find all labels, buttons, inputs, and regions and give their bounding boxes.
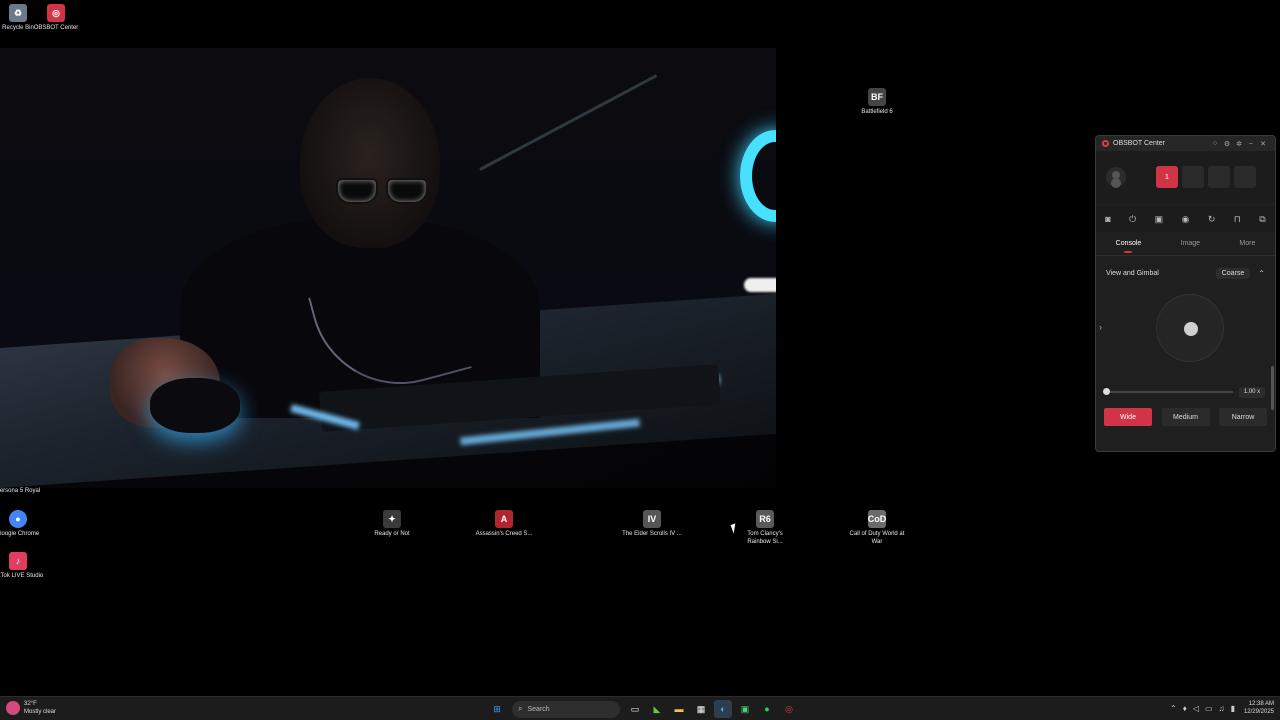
record-icon[interactable]: ▣ bbox=[1155, 214, 1164, 225]
power-icon[interactable]: ⏻ bbox=[1129, 214, 1136, 225]
call-of-duty-icon: CoD bbox=[868, 510, 886, 528]
clock-time: 12:38 AM bbox=[1248, 701, 1274, 707]
taskbar: 32°F Mostly clear ⊞ ⌕ Search ▭ ◣ ▬ ▦ ◐ ▣… bbox=[0, 696, 1280, 720]
taskbar-search[interactable]: ⌕ Search bbox=[512, 700, 620, 718]
search-icon: ⌕ bbox=[518, 704, 523, 713]
view-gimbal-header: View and Gimbal Coarse ⌃ bbox=[1096, 260, 1275, 286]
weather-temp: 32°F bbox=[24, 701, 37, 707]
search-placeholder: Search bbox=[527, 705, 550, 713]
spotify-icon[interactable]: ● bbox=[758, 700, 776, 718]
zoom-control: 1.00 x bbox=[1096, 384, 1275, 400]
gimbal-joystick-area: › bbox=[1096, 286, 1275, 384]
minimize-icon[interactable]: – bbox=[1245, 140, 1257, 147]
preview-lights bbox=[744, 278, 776, 292]
desktop: ♻ Recycle Bin ◎ OBSBOT Center Persona 5 … bbox=[0, 0, 1280, 720]
chevron-up-icon[interactable]: ⌃ bbox=[1258, 269, 1265, 278]
fov-narrow-button[interactable]: Narrow bbox=[1219, 408, 1267, 426]
camera-icon[interactable]: ◙ bbox=[1105, 214, 1110, 224]
chrome-icon: ● bbox=[9, 510, 27, 528]
app-green-icon[interactable]: ◣ bbox=[648, 700, 666, 718]
fov-wide-button[interactable]: Wide bbox=[1104, 408, 1152, 426]
desktop-icon-rainbow-six[interactable]: R6 Tom Clancy's Rainbow Si... bbox=[735, 510, 795, 546]
clock[interactable]: 12:38 AM 12/29/2025 bbox=[1244, 700, 1274, 716]
elder-scrolls-icon: IV bbox=[643, 510, 661, 528]
preview-person-head bbox=[300, 78, 440, 248]
weather-icon bbox=[6, 701, 20, 715]
panel-scrollbar[interactable] bbox=[1271, 366, 1274, 410]
desktop-icon-call-of-duty[interactable]: CoD Call of Duty World at War bbox=[847, 510, 907, 546]
pin-icon[interactable]: ✲ bbox=[1233, 140, 1245, 148]
zoom-slider-thumb[interactable] bbox=[1103, 388, 1110, 395]
xbox-icon[interactable]: ▣ bbox=[736, 700, 754, 718]
close-icon[interactable]: ✕ bbox=[1257, 140, 1269, 148]
desktop-icon-persona[interactable]: Persona 5 Royal bbox=[0, 487, 48, 495]
expand-icon[interactable]: ⧉ bbox=[1259, 214, 1265, 225]
desktop-icon-elder-scrolls[interactable]: IV The Elder Scrolls IV ... bbox=[622, 510, 682, 538]
system-tray: ⌃ ♦ ◁ ▭ ♫ ▮ 12:38 AM 12/29/2025 bbox=[1167, 700, 1274, 716]
desktop-icon-tiktok-live[interactable]: ♪ TikTok LIVE Studio bbox=[0, 552, 48, 580]
camera-toolbar: ◙ ⏻ ▣ ◉ ↻ ⊓ ⧉ bbox=[1096, 206, 1275, 232]
zoom-slider[interactable] bbox=[1103, 388, 1233, 395]
joystick-knob[interactable] bbox=[1184, 322, 1198, 336]
chevron-right-icon[interactable]: › bbox=[1099, 322, 1102, 332]
taskbar-center: ⊞ ⌕ Search ▭ ◣ ▬ ▦ ◐ ▣ ● ◎ bbox=[486, 700, 800, 718]
zoom-value-field[interactable]: 1.00 x bbox=[1239, 386, 1265, 398]
device-slot-2[interactable] bbox=[1182, 166, 1204, 188]
obsbot-center-window: OBSBOT Center ○ ⚙ ✲ – ✕ 1 ◙ ⏻ ▣ ◉ ↻ ⊓ ⧉ … bbox=[1095, 135, 1276, 452]
tab-bar: Console Image More bbox=[1096, 232, 1275, 256]
settings-icon[interactable]: ⚙ bbox=[1221, 140, 1233, 148]
obsbot-icon: ◎ bbox=[47, 4, 65, 22]
tab-image[interactable]: Image bbox=[1175, 236, 1206, 251]
preview-glasses bbox=[336, 178, 432, 208]
device-slot-3[interactable] bbox=[1208, 166, 1230, 188]
gimbal-joystick[interactable] bbox=[1156, 294, 1224, 362]
task-view-icon[interactable]: ▭ bbox=[626, 700, 644, 718]
device-slot-1[interactable]: 1 bbox=[1156, 166, 1178, 188]
desktop-icon-obsbot-center[interactable]: ◎ OBSBOT Center bbox=[26, 4, 86, 32]
fov-medium-button[interactable]: Medium bbox=[1161, 408, 1210, 426]
folder-icon[interactable]: ▬ bbox=[670, 700, 688, 718]
obsbot-title-bar[interactable]: OBSBOT Center ○ ⚙ ✲ – ✕ bbox=[1096, 136, 1275, 151]
rainbow-six-icon: R6 bbox=[756, 510, 774, 528]
lock-icon[interactable]: ⊓ bbox=[1234, 214, 1241, 225]
preview-mouse bbox=[150, 378, 240, 433]
weather-widget[interactable]: 32°F Mostly clear bbox=[6, 700, 56, 716]
desktop-icon-assassins-creed[interactable]: A Assassin's Creed S... bbox=[474, 510, 534, 538]
device-slot-4[interactable] bbox=[1234, 166, 1256, 188]
clock-date: 12/29/2025 bbox=[1243, 709, 1274, 715]
chevron-up-icon[interactable]: ⌃ bbox=[1170, 704, 1177, 713]
ready-or-not-icon: ✦ bbox=[383, 510, 401, 528]
tiktok-icon: ♪ bbox=[9, 552, 27, 570]
refresh-icon[interactable]: ↻ bbox=[1208, 214, 1216, 225]
window-title: OBSBOT Center bbox=[1113, 140, 1166, 147]
user-avatar-icon[interactable] bbox=[1106, 167, 1126, 187]
start-windows-icon[interactable]: ⊞ bbox=[488, 700, 506, 718]
desktop-icon-battlefield[interactable]: BF Battlefield 6 bbox=[847, 88, 907, 116]
desktop-icon-ready-or-not[interactable]: ✦ Ready or Not bbox=[362, 510, 422, 538]
battlefield-icon: BF bbox=[868, 88, 886, 106]
obsbot-logo-icon bbox=[1102, 140, 1109, 147]
obsbot-taskbar-icon[interactable]: ◎ bbox=[780, 700, 798, 718]
device-bar: 1 bbox=[1096, 151, 1275, 203]
network-icon[interactable]: ▭ bbox=[1205, 704, 1213, 713]
speaker-icon[interactable]: ♫ bbox=[1219, 704, 1225, 713]
recycle-bin-icon: ♻ bbox=[9, 4, 27, 22]
section-title: View and Gimbal bbox=[1106, 269, 1159, 277]
fov-buttons: Wide Medium Narrow bbox=[1096, 408, 1275, 426]
desktop-icon-chrome[interactable]: ● Google Chrome bbox=[0, 510, 48, 538]
tab-more[interactable]: More bbox=[1233, 236, 1261, 251]
assassins-creed-icon: A bbox=[495, 510, 513, 528]
store-icon[interactable]: ▦ bbox=[692, 700, 710, 718]
location-icon[interactable]: ◉ bbox=[1182, 214, 1190, 225]
tab-console[interactable]: Console bbox=[1110, 236, 1148, 253]
camera-preview bbox=[0, 48, 776, 488]
weather-desc: Mostly clear bbox=[24, 709, 57, 715]
edge-icon[interactable]: ◐ bbox=[714, 700, 732, 718]
gimbal-mode-button[interactable]: Coarse bbox=[1215, 267, 1251, 279]
help-icon[interactable]: ○ bbox=[1209, 140, 1221, 147]
battery-icon[interactable]: ▮ bbox=[1231, 704, 1235, 713]
microphone-icon[interactable]: ♦ bbox=[1183, 704, 1187, 713]
volume-icon[interactable]: ◁ bbox=[1193, 704, 1199, 713]
